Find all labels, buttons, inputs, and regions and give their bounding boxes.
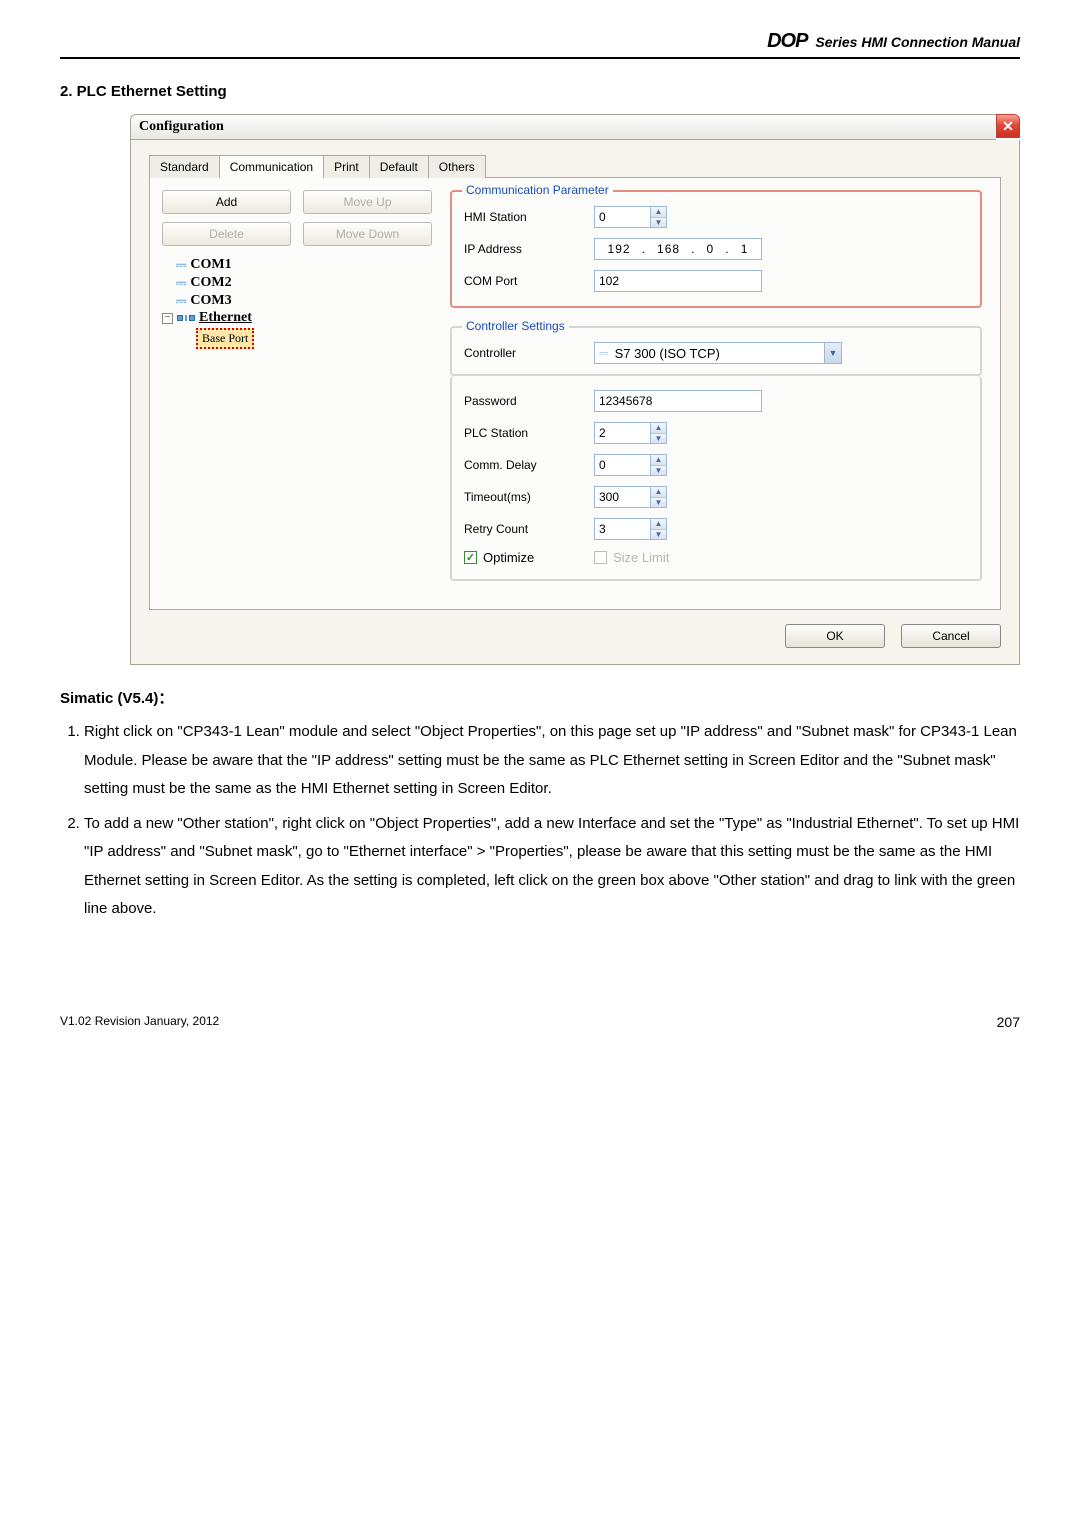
password-input[interactable]: 12345678	[594, 390, 762, 412]
plc-station-input[interactable]: 2 ▲▼	[594, 422, 667, 444]
tree-com1[interactable]: ⎓ COM1	[176, 256, 432, 274]
spin-down-icon[interactable]: ▼	[651, 218, 666, 228]
page-number: 207	[997, 1014, 1020, 1030]
section-title: 2. PLC Ethernet Setting	[60, 83, 1020, 100]
spin-up-icon[interactable]: ▲	[651, 519, 666, 530]
simatic-heading: Simatic (V5.4)：	[60, 687, 1020, 708]
close-icon[interactable]: ✕	[996, 114, 1020, 138]
spin-down-icon[interactable]: ▼	[651, 498, 666, 508]
com-port-input[interactable]: 102	[594, 270, 762, 292]
chevron-down-icon[interactable]: ▼	[824, 343, 841, 363]
communication-parameter-group: Communication Parameter HMI Station 0 ▲▼…	[450, 190, 982, 308]
size-limit-checkbox: ✓	[594, 551, 607, 564]
tab-others[interactable]: Others	[428, 155, 486, 178]
ethernet-icon	[177, 315, 195, 321]
serial-port-icon: ⎓	[176, 293, 186, 309]
comm-delay-input[interactable]: 0 ▲▼	[594, 454, 667, 476]
size-limit-label: Size Limit	[613, 550, 669, 565]
hmi-station-input[interactable]: 0 ▲▼	[594, 206, 667, 228]
add-button[interactable]: Add	[162, 190, 291, 214]
serial-port-icon: ⎓	[176, 275, 186, 291]
controller-value: S7 300 (ISO TCP)	[615, 346, 720, 361]
timeout-input[interactable]: 300 ▲▼	[594, 486, 667, 508]
port-tree: ⎓ COM1 ⎓ COM2 ⎓ COM3 −	[162, 256, 432, 349]
spin-down-icon[interactable]: ▼	[651, 530, 666, 540]
header-subtitle: Series HMI Connection Manual	[815, 34, 1020, 50]
retry-count-input[interactable]: 3 ▲▼	[594, 518, 667, 540]
tree-item-label: Ethernet	[199, 310, 252, 326]
controller-detail-group: Password 12345678 PLC Station 2 ▲▼ C	[450, 376, 982, 581]
ip-address-input[interactable]: 192. 168. 0. 1	[594, 238, 762, 260]
configuration-dialog: Configuration ✕ Standard Communication P…	[130, 114, 1020, 665]
movedown-button[interactable]: Move Down	[303, 222, 432, 246]
collapse-icon[interactable]: −	[162, 313, 173, 324]
page-footer: V1.02 Revision January, 2012 207	[60, 1014, 1020, 1030]
timeout-value: 300	[594, 486, 650, 508]
tree-item-label: COM3	[190, 293, 231, 309]
tree-item-label: COM1	[190, 257, 231, 273]
ok-button[interactable]: OK	[785, 624, 885, 648]
instruction-list: Right click on "CP343-1 Lean" module and…	[60, 718, 1020, 924]
controller-label: Controller	[464, 346, 594, 360]
tree-com3[interactable]: ⎓ COM3	[176, 292, 432, 310]
logo: DOP	[767, 30, 807, 53]
retry-count-label: Retry Count	[464, 522, 594, 536]
spin-up-icon[interactable]: ▲	[651, 207, 666, 218]
serial-port-icon: ⎓	[599, 346, 609, 361]
controller-settings-group: Controller Settings Controller ⎓ S7 300 …	[450, 326, 982, 376]
plc-station-label: PLC Station	[464, 426, 594, 440]
tree-com2[interactable]: ⎓ COM2	[176, 274, 432, 292]
spin-down-icon[interactable]: ▼	[651, 466, 666, 476]
ip-octet: 1	[739, 242, 751, 256]
list-item: To add a new "Other station", right clic…	[84, 810, 1020, 924]
optimize-checkbox[interactable]: ✓	[464, 551, 477, 564]
list-item: Right click on "CP343-1 Lean" module and…	[84, 718, 1020, 804]
ip-octet: 168	[655, 242, 682, 256]
comm-delay-value: 0	[594, 454, 650, 476]
serial-port-icon: ⎓	[176, 257, 186, 273]
dialog-titlebar: Configuration	[130, 114, 996, 140]
spin-down-icon[interactable]: ▼	[651, 434, 666, 444]
optimize-label: Optimize	[483, 550, 534, 565]
ip-address-label: IP Address	[464, 242, 594, 256]
controller-select[interactable]: ⎓ S7 300 (ISO TCP) ▼	[594, 342, 842, 364]
retry-count-value: 3	[594, 518, 650, 540]
tab-communication-panel: Add Move Up Delete Move Down ⎓ COM1 ⎓ CO…	[149, 177, 1001, 610]
tab-standard[interactable]: Standard	[149, 155, 220, 178]
com-port-label: COM Port	[464, 274, 594, 288]
tab-print[interactable]: Print	[323, 155, 370, 178]
plc-station-value: 2	[594, 422, 650, 444]
spin-up-icon[interactable]: ▲	[651, 455, 666, 466]
comm-delay-label: Comm. Delay	[464, 458, 594, 472]
password-value: 12345678	[594, 390, 762, 412]
spin-up-icon[interactable]: ▲	[651, 423, 666, 434]
hmi-station-value: 0	[594, 206, 650, 228]
password-label: Password	[464, 394, 594, 408]
moveup-button[interactable]: Move Up	[303, 190, 432, 214]
com-port-value: 102	[594, 270, 762, 292]
tree-base-port[interactable]: Base Port	[196, 328, 254, 349]
page-header: DOP Series HMI Connection Manual	[60, 30, 1020, 59]
delete-button[interactable]: Delete	[162, 222, 291, 246]
revision-text: V1.02 Revision January, 2012	[60, 1014, 219, 1030]
tab-default[interactable]: Default	[369, 155, 429, 178]
tab-communication[interactable]: Communication	[219, 155, 324, 178]
spin-up-icon[interactable]: ▲	[651, 487, 666, 498]
ip-octet: 0	[705, 242, 717, 256]
hmi-station-label: HMI Station	[464, 210, 594, 224]
timeout-label: Timeout(ms)	[464, 490, 594, 504]
tab-row: Standard Communication Print Default Oth…	[149, 154, 1001, 177]
tree-ethernet[interactable]: − Ethernet	[162, 310, 432, 326]
group-legend: Controller Settings	[462, 319, 569, 333]
cancel-button[interactable]: Cancel	[901, 624, 1001, 648]
group-legend: Communication Parameter	[462, 183, 613, 197]
tree-item-label: COM2	[190, 275, 231, 291]
ip-octet: 192	[606, 242, 633, 256]
